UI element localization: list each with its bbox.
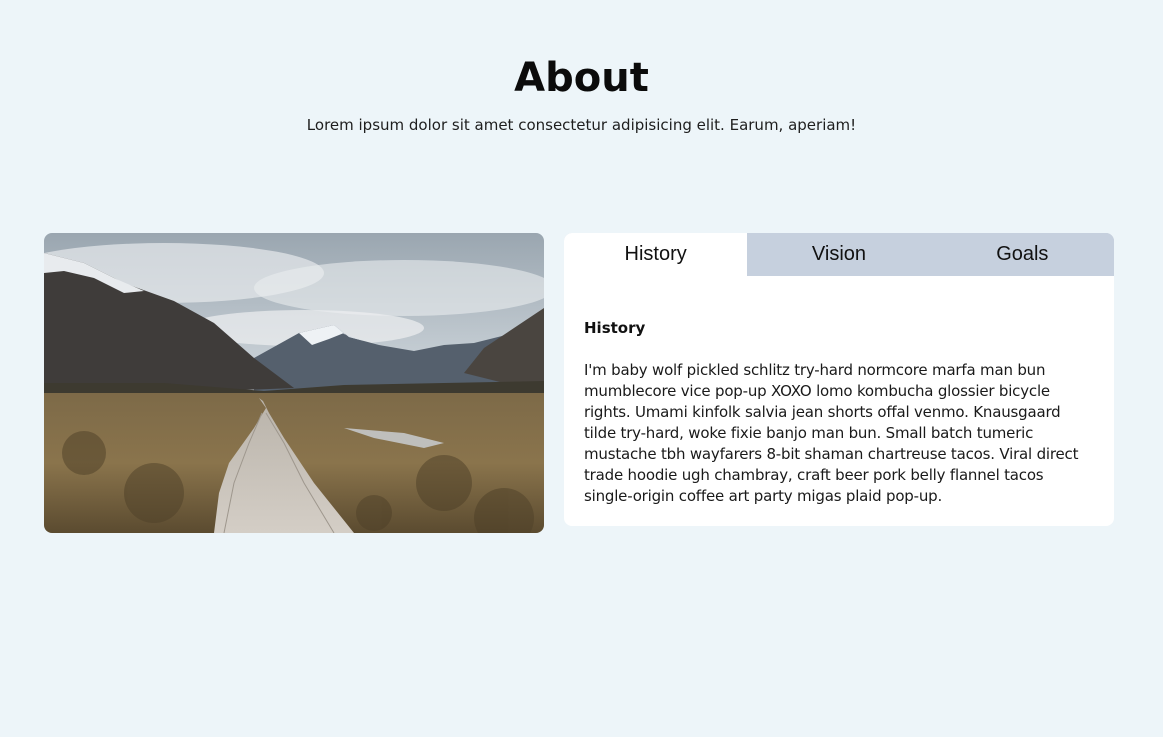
tab-history[interactable]: History — [564, 233, 748, 276]
panel-title: History — [584, 319, 646, 337]
tab-panel: History I'm baby wolf pickled schlitz tr… — [564, 276, 1114, 507]
tab-vision[interactable]: Vision — [747, 233, 931, 276]
tab-bar: History Vision Goals — [564, 233, 1114, 276]
page-title: About — [514, 55, 649, 101]
mountain-boardwalk-photo — [44, 233, 544, 533]
page-header: About Lorem ipsum dolor sit amet consect… — [0, 52, 1163, 136]
panel-text: I'm baby wolf pickled schlitz try-hard n… — [584, 361, 1079, 505]
tabs-card: History Vision Goals History I'm baby wo… — [564, 233, 1114, 526]
page-subtitle: Lorem ipsum dolor sit amet consectetur a… — [306, 116, 857, 134]
tab-goals[interactable]: Goals — [930, 233, 1114, 276]
